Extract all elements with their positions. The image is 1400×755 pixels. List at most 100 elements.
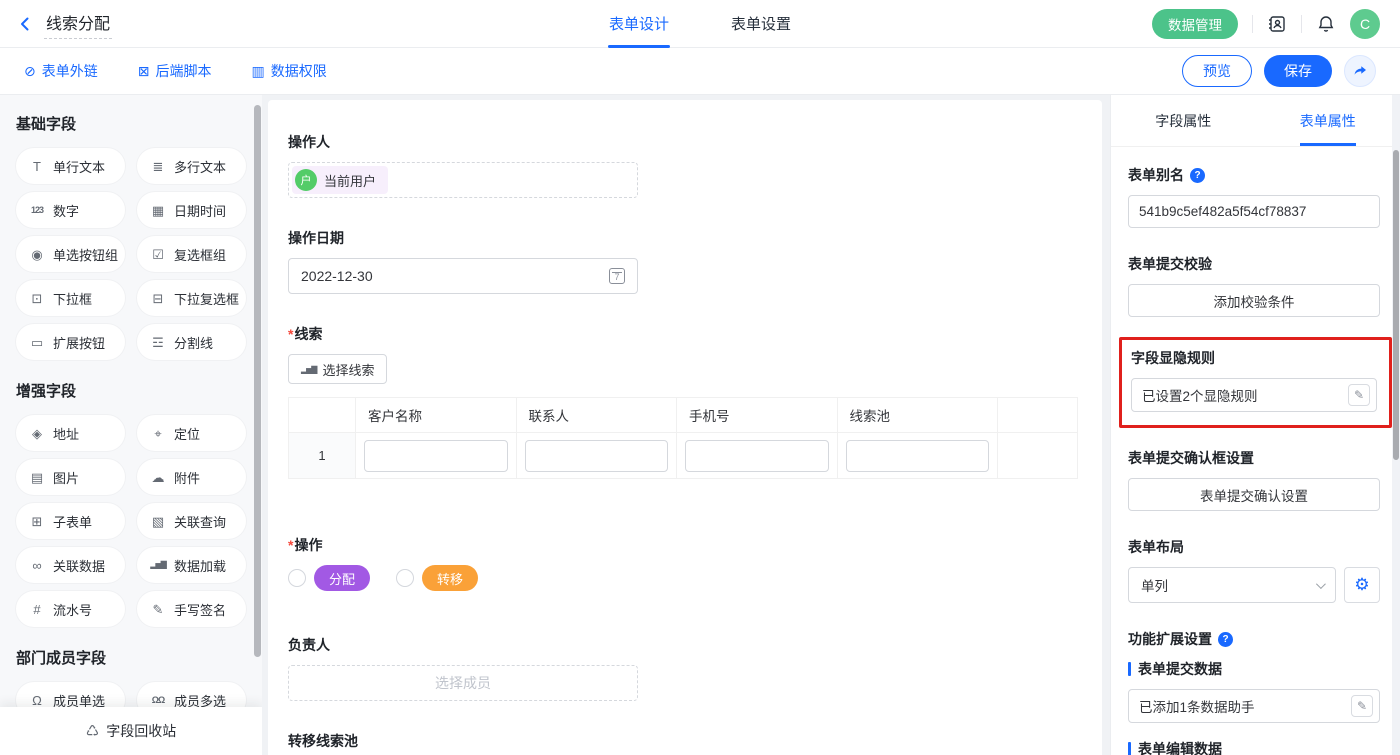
field-subform[interactable]: ⊞子表单 <box>16 503 125 539</box>
preview-button[interactable]: 预览 <box>1182 55 1252 87</box>
add-validation-button[interactable]: 添加校验条件 <box>1128 284 1380 317</box>
field-datetime[interactable]: ▦日期时间 <box>137 192 246 228</box>
field-relation-query[interactable]: ▧关联查询 <box>137 503 246 539</box>
operator-label: 操作人 <box>288 132 1082 152</box>
data-permission-link[interactable]: ▥ 数据权限 <box>251 61 326 81</box>
field-recycle-bin[interactable]: ♺ 字段回收站 <box>0 707 262 755</box>
contact-input[interactable] <box>525 440 669 472</box>
section-enhanced-fields: 增强字段 <box>16 380 246 401</box>
form-alias-input[interactable] <box>1128 195 1380 228</box>
lead-pool-input[interactable] <box>846 440 990 472</box>
radio-icon[interactable] <box>288 569 306 587</box>
col-contact: 联系人 <box>516 398 677 433</box>
select-icon: ⊡ <box>28 292 46 305</box>
field-serial-number[interactable]: #流水号 <box>16 591 125 627</box>
signature-icon: ✎ <box>149 603 167 616</box>
form-alias-label: 表单别名 ? <box>1128 165 1380 185</box>
divider <box>1301 15 1302 33</box>
field-action[interactable]: *操作 分配 转移 <box>288 535 1082 591</box>
sidebar-scrollbar[interactable] <box>254 105 261 657</box>
tab-form-properties[interactable]: 表单属性 <box>1256 95 1400 146</box>
divider-icon: ☲ <box>149 336 167 349</box>
date-input[interactable]: 2022-12-30 7 <box>288 258 638 294</box>
option-transfer[interactable]: 转移 <box>396 565 478 591</box>
member-multi-icon: ΩΩ <box>149 696 167 705</box>
field-multi-line-text[interactable]: ≣多行文本 <box>137 148 246 184</box>
field-radio-group[interactable]: ◉单选按钮组 <box>16 236 125 272</box>
member-single-icon: Ω <box>28 694 46 707</box>
field-data-load[interactable]: ▂▅▇数据加载 <box>137 547 246 583</box>
field-single-line-text[interactable]: T单行文本 <box>16 148 125 184</box>
field-operate-date[interactable]: 操作日期 2022-12-30 7 <box>288 228 1082 294</box>
field-select[interactable]: ⊡下拉框 <box>16 280 125 316</box>
field-checkbox-group[interactable]: ☑复选框组 <box>137 236 246 272</box>
share-button[interactable] <box>1344 55 1376 87</box>
submit-data-box[interactable]: 已添加1条数据助手 ✎ <box>1128 689 1380 723</box>
recycle-icon: ♺ <box>86 722 99 740</box>
customer-name-input[interactable] <box>364 440 508 472</box>
select-leads-button[interactable]: ▂▅▇ 选择线索 <box>288 354 387 384</box>
field-attachment[interactable]: ☁附件 <box>137 459 246 495</box>
field-signature[interactable]: ✎手写签名 <box>137 591 246 627</box>
form-layout-label: 表单布局 <box>1128 537 1380 557</box>
transfer-pill: 转移 <box>422 565 478 591</box>
help-icon[interactable]: ? <box>1190 168 1205 183</box>
toolbar-actions: 预览 保存 <box>1182 55 1376 87</box>
tab-form-design[interactable]: 表单设计 <box>609 0 669 48</box>
notification-bell-icon[interactable] <box>1316 14 1336 34</box>
action-label: *操作 <box>288 535 1082 555</box>
checkbox-group-icon: ☑ <box>149 248 167 261</box>
field-address[interactable]: ◈地址 <box>16 415 125 451</box>
bar-chart-icon: ▂▅▇ <box>301 365 316 374</box>
panel-body: 表单别名 ? 表单提交校验 添加校验条件 字段显隐规则 已设置2个显隐规则 ✎ … <box>1111 147 1400 755</box>
permission-icon: ▥ <box>251 64 264 78</box>
field-location[interactable]: ⌖定位 <box>137 415 246 451</box>
layout-select[interactable]: 单列 <box>1128 567 1336 603</box>
user-avatar[interactable]: C <box>1350 9 1380 39</box>
contacts-icon[interactable] <box>1267 14 1287 34</box>
field-image[interactable]: ▤图片 <box>16 459 125 495</box>
radio-icon[interactable] <box>396 569 414 587</box>
form-external-link[interactable]: ⊘ 表单外链 <box>24 61 98 81</box>
operator-value-box[interactable]: 户 当前用户 <box>288 162 638 198</box>
panel-scrollbar-thumb[interactable] <box>1393 150 1399 460</box>
header-actions: 数据管理 C <box>1152 9 1380 39</box>
image-icon: ▤ <box>28 471 46 484</box>
form-title[interactable]: 线索分配 <box>44 8 112 39</box>
field-operator[interactable]: 操作人 户 当前用户 <box>288 132 1082 198</box>
section-member-fields: 部门成员字段 <box>16 647 246 668</box>
field-relation-data[interactable]: ∞关联数据 <box>16 547 125 583</box>
field-divider[interactable]: ☲分割线 <box>137 324 246 360</box>
body: 基础字段 T单行文本 ≣多行文本 123数字 ▦日期时间 ◉单选按钮组 ☑复选框… <box>0 95 1400 755</box>
submit-confirm-button[interactable]: 表单提交确认设置 <box>1128 478 1380 511</box>
phone-input[interactable] <box>685 440 829 472</box>
extension-settings-label: 功能扩展设置 ? <box>1128 629 1380 649</box>
field-owner[interactable]: 负责人 选择成员 <box>288 635 1082 701</box>
option-assign[interactable]: 分配 <box>288 565 370 591</box>
field-transfer-pool[interactable]: 转移线索池 <box>288 731 1082 755</box>
save-button[interactable]: 保存 <box>1264 55 1332 87</box>
section-basic-fields: 基础字段 <box>16 113 246 134</box>
layout-settings-button[interactable]: ⚙ <box>1344 567 1380 603</box>
field-extend-button[interactable]: ▭扩展按钮 <box>16 324 125 360</box>
field-number[interactable]: 123数字 <box>16 192 125 228</box>
edit-data-label: 表单编辑数据 <box>1128 739 1380 755</box>
edit-icon[interactable]: ✎ <box>1348 384 1370 406</box>
edit-icon[interactable]: ✎ <box>1351 695 1373 717</box>
field-multi-select[interactable]: ⊟下拉复选框 <box>137 280 246 316</box>
visibility-rules-box[interactable]: 已设置2个显隐规则 ✎ <box>1131 378 1377 412</box>
sub-toolbar: ⊘ 表单外链 ⊠ 后端脚本 ▥ 数据权限 预览 保存 <box>0 48 1400 95</box>
back-icon[interactable] <box>16 15 34 33</box>
select-member-box[interactable]: 选择成员 <box>288 665 638 701</box>
form-canvas: 操作人 户 当前用户 操作日期 2022-12-30 7 <box>262 95 1110 755</box>
help-icon[interactable]: ? <box>1218 632 1233 647</box>
field-leads[interactable]: *线索 ▂▅▇ 选择线索 客户名称 联系人 手机号 线索池 <box>288 324 1082 479</box>
tab-form-settings[interactable]: 表单设置 <box>731 0 791 48</box>
owner-label: 负责人 <box>288 635 1082 655</box>
script-icon: ⊠ <box>138 64 150 78</box>
backend-script-link[interactable]: ⊠ 后端脚本 <box>138 61 212 81</box>
tab-field-properties[interactable]: 字段属性 <box>1111 95 1256 146</box>
datetime-icon: ▦ <box>149 204 167 217</box>
data-manage-button[interactable]: 数据管理 <box>1152 9 1238 39</box>
leads-table: 客户名称 联系人 手机号 线索池 1 <box>288 397 1078 479</box>
